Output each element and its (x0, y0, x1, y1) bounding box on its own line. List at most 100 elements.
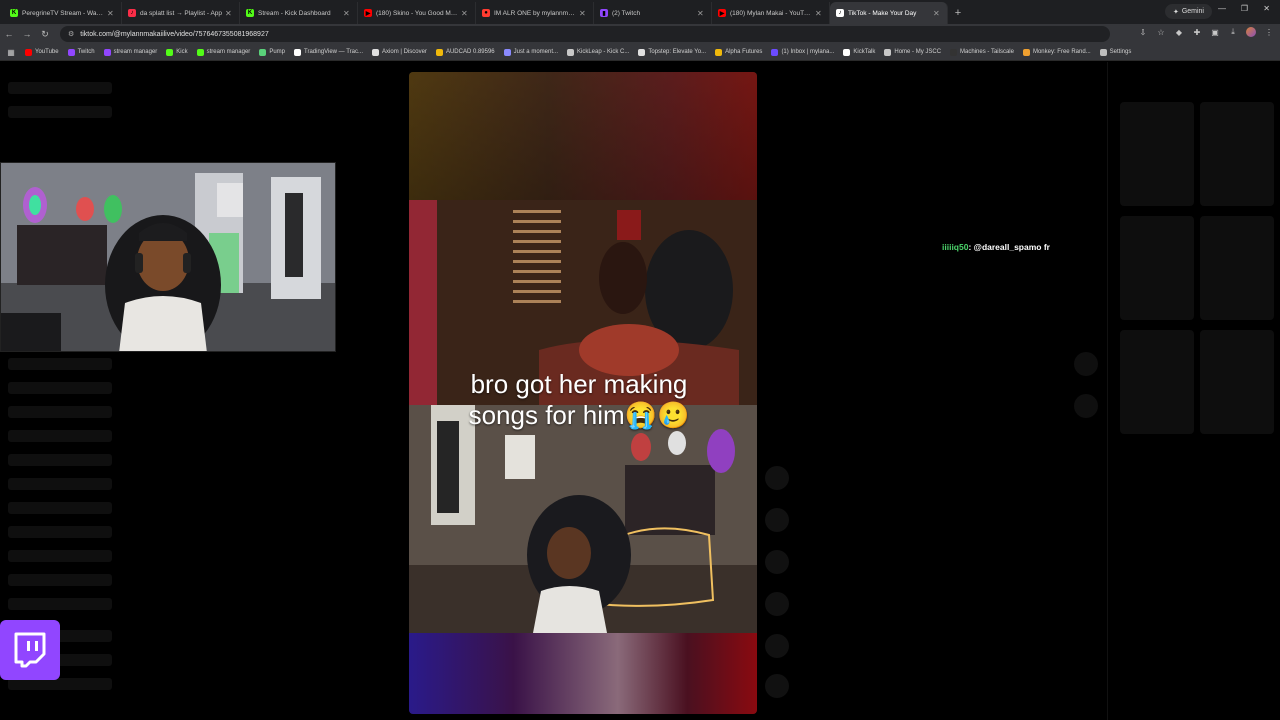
action-placeholder (765, 508, 789, 532)
bookmark-item[interactable]: AUDCAD 0.89596 (435, 48, 495, 56)
tab-favicon-icon: ▶ (718, 9, 726, 17)
bookmark-item[interactable]: Machines - Tailscale (950, 48, 1014, 56)
browser-tab[interactable]: ♪ da splatt list → Playlist - App ✕ (122, 2, 240, 24)
bookmark-item[interactable]: TradingView — Trac... (294, 48, 363, 56)
gemini-button[interactable]: ✦ Gemini (1164, 4, 1212, 19)
bookmark-star-icon[interactable]: ☆ (1156, 27, 1166, 37)
bookmark-item[interactable]: Topstep: Elevate Yo... (638, 48, 707, 56)
bookmark-item[interactable]: KickTalk (843, 48, 876, 56)
profile-avatar[interactable] (1246, 27, 1256, 37)
apps-grid-icon[interactable]: ▦ (6, 47, 16, 57)
bookmark-favicon-icon (884, 48, 892, 56)
bookmark-label: Topstep: Elevate Yo... (648, 49, 707, 55)
reaction-scene (409, 405, 757, 633)
bookmark-item[interactable]: Axiom | Discover (372, 48, 427, 56)
skeleton-bar (8, 106, 112, 118)
puzzle-icon[interactable]: ✚ (1192, 27, 1202, 37)
bookmark-label: stream manager (113, 49, 158, 55)
bookmark-item[interactable]: Alpha Futures (715, 48, 762, 56)
close-window-icon[interactable]: ✕ (1263, 4, 1270, 13)
tab-label: IM ALR ONE by mylannmakaii (494, 9, 576, 17)
bookmark-favicon-icon (67, 48, 75, 56)
bookmark-label: Just a moment... (513, 49, 558, 55)
restore-icon[interactable]: ❐ (1241, 4, 1248, 13)
bookmark-label: YouTube (35, 49, 59, 55)
close-icon[interactable]: ✕ (461, 9, 469, 18)
bookmark-item[interactable]: YouTube (25, 48, 59, 56)
webcam-scene (1, 163, 335, 351)
minimize-icon[interactable]: — (1218, 4, 1226, 13)
bookmark-item[interactable]: stream manager (103, 48, 158, 56)
new-tab-button[interactable]: + (948, 2, 968, 24)
action-placeholder (765, 592, 789, 616)
video-caption: bro got her making songs for him😭🥲 (409, 369, 749, 431)
bookmark-label: KickTalk (853, 49, 876, 55)
caption-line-1: bro got her making (470, 369, 688, 399)
back-icon[interactable]: ← (0, 29, 18, 39)
action-placeholder (765, 674, 789, 698)
tab-favicon-icon: ▶ (364, 9, 372, 17)
browser-tab[interactable]: ● IM ALR ONE by mylannmakaii ✕ (476, 2, 594, 24)
sparkle-icon: ✦ (1172, 8, 1179, 16)
browser-tab[interactable]: K PeregrineTV Stream - Watch Li ✕ (4, 2, 122, 24)
close-icon[interactable]: ✕ (697, 9, 705, 18)
skeleton-bar (8, 382, 112, 394)
bookmark-favicon-icon (567, 48, 574, 56)
sidepanel-icon[interactable]: ▣ (1210, 27, 1220, 37)
close-icon[interactable]: ✕ (343, 9, 351, 18)
browser-toolbar: ← → ↻ ⚙ tiktok.com/@mylannmakaiilive/vid… (0, 24, 1280, 44)
bookmark-item[interactable]: Monkey: Free Rand... (1022, 48, 1091, 56)
install-icon[interactable]: ⇩ (1138, 27, 1148, 37)
site-info-icon[interactable]: ⚙ (68, 30, 74, 38)
address-bar[interactable]: ⚙ tiktok.com/@mylannmakaiilive/video/757… (60, 26, 1110, 42)
video-card-placeholder (1200, 330, 1274, 434)
action-placeholder (1074, 394, 1098, 418)
browser-tab[interactable]: ▮ (2) Twitch ✕ (594, 2, 712, 24)
skeleton-bar (8, 406, 112, 418)
bookmark-label: KickLeap - Kick C... (577, 49, 630, 55)
close-icon[interactable]: ✕ (107, 9, 115, 18)
bookmark-favicon-icon (503, 48, 511, 56)
tab-favicon-icon: ● (482, 9, 490, 17)
browser-tab[interactable]: ♪ TikTok - Make Your Day ✕ (830, 2, 948, 24)
caption-line-2: songs for him😭🥲 (468, 400, 690, 430)
close-icon[interactable]: ✕ (815, 9, 823, 18)
chat-text: : @dareall_spamo fr (968, 242, 1050, 252)
bookmark-label: stream manager (206, 49, 251, 55)
reload-icon[interactable]: ↻ (36, 29, 54, 40)
video-card-placeholder (1120, 216, 1194, 320)
bookmark-item[interactable]: Kick (166, 48, 188, 56)
close-icon[interactable]: ✕ (225, 9, 233, 18)
forward-icon[interactable]: → (18, 29, 36, 39)
download-icon[interactable]: ⤓ (1228, 27, 1238, 37)
extension-icon[interactable]: ◆ (1174, 27, 1184, 37)
bookmark-item[interactable]: stream manager (196, 48, 251, 56)
bookmark-item[interactable]: Home - My JSCC (884, 48, 941, 56)
tab-favicon-icon: ▮ (600, 9, 608, 17)
browser-tab[interactable]: ▶ (180) Mylan Makai - YouTube ✕ (712, 2, 830, 24)
bookmark-favicon-icon (638, 48, 646, 56)
menu-icon[interactable]: ⋮ (1264, 27, 1274, 37)
gemini-label: Gemini (1181, 8, 1204, 15)
bookmark-item[interactable]: (1) Inbox | mylana... (771, 48, 834, 56)
bookmark-favicon-icon (715, 48, 723, 56)
bookmark-item[interactable]: Settings (1099, 48, 1131, 56)
bookmark-label: Kick (176, 49, 188, 55)
action-placeholder (765, 550, 789, 574)
video-card-placeholder (1200, 216, 1274, 320)
skeleton-bar (8, 82, 112, 94)
bookmark-item[interactable]: KickLeap - Kick C... (567, 48, 630, 56)
bookmark-favicon-icon (259, 48, 267, 56)
close-icon[interactable]: ✕ (579, 9, 587, 18)
bookmark-item[interactable]: Just a moment... (503, 48, 558, 56)
bookmark-item[interactable]: Twitch (67, 48, 95, 56)
close-icon[interactable]: ✕ (933, 9, 941, 18)
video-card-placeholder (1120, 102, 1194, 206)
bookmark-item[interactable]: Pump (259, 48, 285, 56)
browser-tab[interactable]: ▶ (180) Skino - You Good Mud? ✕ (358, 2, 476, 24)
video-player[interactable]: bro got her making songs for him😭🥲 (409, 72, 757, 714)
video-clip-reaction (409, 405, 757, 633)
action-placeholder (765, 634, 789, 658)
browser-tab[interactable]: K Stream - Kick Dashboard ✕ (240, 2, 358, 24)
tab-favicon-icon: K (246, 9, 254, 17)
